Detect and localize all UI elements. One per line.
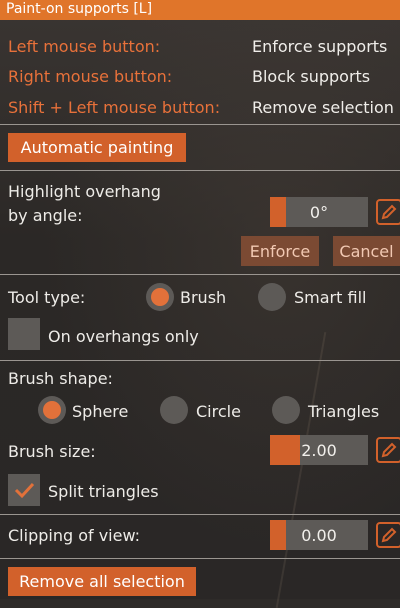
brush-shape-sphere-label: Sphere	[72, 402, 129, 421]
clipping-slider[interactable]: 0.00	[270, 520, 368, 550]
brush-size-label: Brush size:	[8, 442, 96, 461]
check-icon	[14, 482, 35, 499]
overhangs-only-label: On overhangs only	[48, 327, 199, 346]
divider	[0, 360, 400, 361]
tool-type-label: Tool type:	[8, 288, 86, 307]
edit-pencil-icon[interactable]	[376, 437, 400, 463]
brush-size-value: 2.00	[301, 441, 337, 460]
split-triangles-checkbox[interactable]	[8, 474, 40, 506]
remove-all-selection-button[interactable]: Remove all selection	[8, 567, 196, 596]
legend-result: Remove selection	[252, 98, 394, 117]
panel-title-bar[interactable]: Paint-on supports [L]	[0, 0, 400, 20]
divider	[0, 514, 400, 515]
divider	[0, 170, 400, 171]
enforce-button[interactable]: Enforce	[241, 236, 319, 266]
cancel-button[interactable]: Cancel	[333, 236, 400, 266]
legend-action: Right mouse button:	[8, 67, 173, 86]
panel-title: Paint-on supports [L]	[6, 1, 153, 17]
overhang-label-line1: Highlight overhang	[8, 182, 161, 201]
brush-shape-triangles-label: Triangles	[308, 402, 380, 421]
tool-type-smart-fill-label: Smart fill	[294, 288, 367, 307]
clipping-label: Clipping of view:	[8, 526, 141, 545]
legend-result: Block supports	[252, 67, 371, 86]
edit-pencil-icon[interactable]	[376, 199, 400, 225]
tool-type-smart-fill-radio[interactable]	[258, 283, 286, 311]
legend-result: Enforce supports	[252, 37, 388, 56]
split-triangles-label: Split triangles	[48, 482, 159, 501]
tool-type-brush-label: Brush	[180, 288, 227, 307]
paint-on-supports-panel: Paint-on supports [L] Left mouse button:…	[0, 0, 400, 599]
brush-shape-circle-label: Circle	[196, 402, 241, 421]
overhang-label-line2: by angle:	[8, 206, 83, 225]
divider	[0, 124, 400, 125]
brush-shape-circle-radio[interactable]	[160, 396, 188, 424]
divider	[0, 558, 400, 559]
edit-pencil-icon[interactable]	[376, 522, 400, 548]
divider	[0, 274, 400, 275]
brush-shape-sphere-radio[interactable]	[38, 396, 66, 424]
tool-type-brush-radio[interactable]	[146, 283, 174, 311]
overhang-angle-value: 0°	[309, 203, 329, 222]
overhangs-only-checkbox[interactable]	[8, 318, 40, 350]
brush-shape-label: Brush shape:	[8, 369, 113, 388]
overhang-angle-slider[interactable]: 0°	[270, 197, 368, 227]
automatic-painting-button[interactable]: Automatic painting	[8, 133, 186, 162]
legend-action: Shift + Left mouse button:	[8, 98, 221, 117]
legend-action: Left mouse button:	[8, 37, 161, 56]
brush-size-slider[interactable]: 2.00	[270, 435, 368, 465]
brush-shape-triangles-radio[interactable]	[272, 396, 300, 424]
clipping-value: 0.00	[301, 526, 337, 545]
